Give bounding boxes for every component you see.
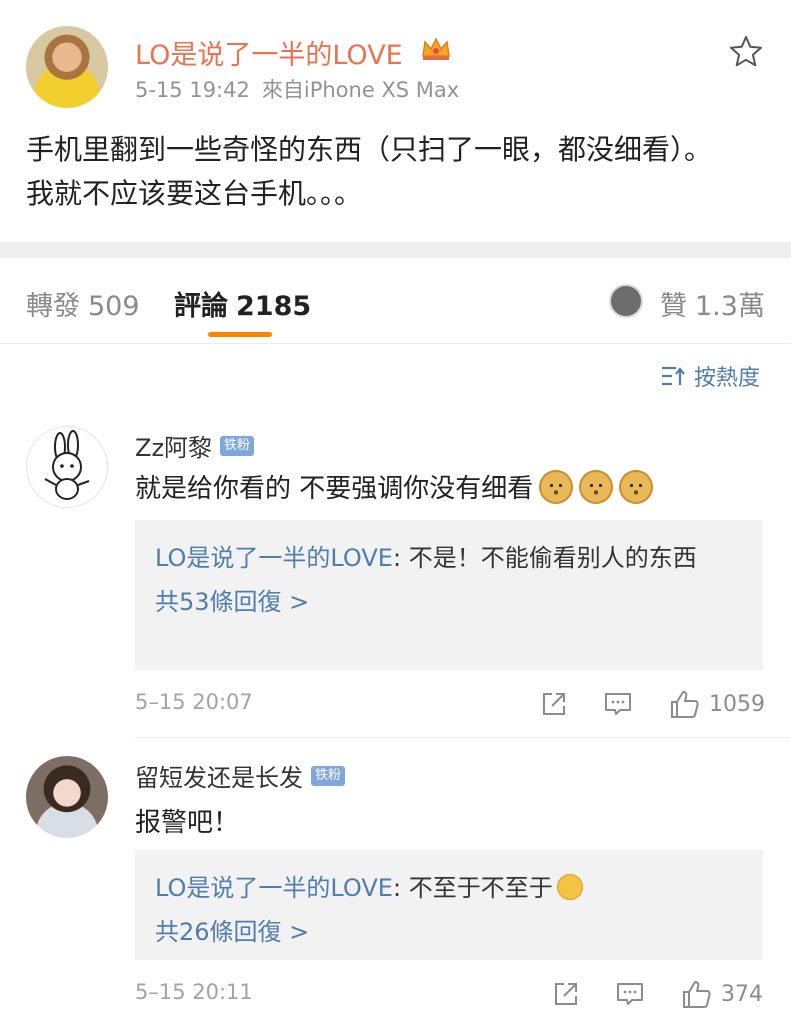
comment-icon bbox=[617, 983, 643, 1005]
reply-more-link[interactable]: 共53條回復 > bbox=[155, 580, 743, 624]
reply-button[interactable] bbox=[603, 686, 633, 722]
post-text: 手机里翻到一些奇怪的东西（只扫了一眼，都没细看）。我就不应该要这台手机。。。 bbox=[26, 133, 713, 210]
comment-footer: 5–15 20:11 374 bbox=[135, 976, 763, 1012]
tab-comment-count: 2185 bbox=[236, 291, 312, 322]
commenter-name[interactable]: 留短发还是长发 铁粉 bbox=[135, 758, 346, 793]
reply-author[interactable]: LO是说了一半的LOVE bbox=[155, 874, 393, 902]
sort-label: 按熱度 bbox=[694, 366, 761, 391]
fan-badge: 铁粉 bbox=[311, 765, 346, 786]
tab-likes-count: 1.3萬 bbox=[695, 291, 765, 322]
doge-emoji-icon bbox=[579, 469, 614, 504]
tab-comment-label: 評論 bbox=[174, 291, 228, 322]
star-icon[interactable] bbox=[728, 34, 764, 70]
post-source: 來自iPhone XS Max bbox=[261, 78, 460, 102]
post-time: 5-15 19:42 bbox=[135, 78, 250, 102]
post: LO是说了一半的LOVE 5-15 19:42 來自iPhone XS Max 手… bbox=[0, 0, 791, 242]
reply-text: : 不是！不能偷看别人的东西 bbox=[392, 544, 697, 572]
tab-repost-label: 轉發 bbox=[26, 291, 80, 322]
rabbit-icon bbox=[44, 430, 90, 500]
thumbs-up-icon bbox=[671, 691, 699, 718]
reply-preview[interactable]: LO是说了一半的LOVE: 不至于不至于 共26條回復 > bbox=[135, 850, 763, 960]
share-button[interactable] bbox=[539, 686, 569, 722]
comment-text: 报警吧！ bbox=[135, 802, 239, 839]
reply-line: LO是说了一半的LOVE: 不是！不能偷看别人的东西 bbox=[155, 536, 743, 580]
share-icon bbox=[543, 693, 565, 715]
tab-likes-label: 贊 bbox=[660, 291, 687, 322]
reply-line: LO是说了一半的LOVE: 不至于不至于 bbox=[155, 866, 743, 910]
tab-repost[interactable]: 轉發 509 bbox=[26, 284, 140, 323]
comment-text: 就是给你看的 不要强调你没有细看 bbox=[135, 468, 654, 505]
like-button[interactable]: 374 bbox=[681, 976, 763, 1012]
reply-text: : 不至于不至于 bbox=[392, 874, 553, 902]
tab-bar: 轉發 509 評論 2185 贊 1.3萬 bbox=[0, 258, 791, 344]
comment-footer: 5–15 20:07 1059 bbox=[135, 686, 765, 722]
doge-emoji-icon bbox=[539, 469, 574, 504]
like-count: 1059 bbox=[709, 691, 765, 717]
share-icon bbox=[555, 983, 577, 1005]
post-meta: 5-15 19:42 來自iPhone XS Max bbox=[135, 74, 459, 104]
reply-button[interactable] bbox=[615, 976, 645, 1012]
commenter-avatar[interactable] bbox=[26, 756, 108, 838]
tab-likes[interactable]: 贊 1.3萬 bbox=[660, 284, 765, 323]
fan-badge: 铁粉 bbox=[220, 435, 255, 456]
commenter-name[interactable]: Zz阿黎 铁粉 bbox=[135, 428, 255, 463]
like-count: 374 bbox=[721, 981, 763, 1007]
tab-repost-count: 509 bbox=[88, 291, 140, 322]
comment-icon bbox=[605, 693, 631, 715]
comment-text-content: 报警吧！ bbox=[135, 808, 240, 838]
commenter-name-text: Zz阿黎 bbox=[135, 434, 213, 462]
comment-time: 5–15 20:11 bbox=[135, 980, 253, 1004]
comment-text-content: 就是给你看的 不要强调你没有细看 bbox=[135, 474, 534, 504]
tab-comment[interactable]: 評論 2185 bbox=[174, 284, 311, 323]
sort-button[interactable]: 按熱度 bbox=[660, 360, 760, 392]
commenter-name-text: 留短发还是长发 bbox=[135, 764, 303, 792]
liker-avatar bbox=[609, 284, 643, 318]
commenter-avatar[interactable] bbox=[26, 426, 108, 508]
section-divider bbox=[0, 242, 791, 258]
share-button[interactable] bbox=[551, 976, 581, 1012]
crown-icon bbox=[422, 37, 450, 60]
tab-active-indicator bbox=[208, 332, 272, 337]
comment-divider bbox=[135, 737, 791, 738]
comment-time: 5–15 20:07 bbox=[135, 690, 253, 714]
smile-emoji-icon bbox=[556, 874, 583, 900]
reply-more-link[interactable]: 共26條回復 > bbox=[155, 910, 743, 954]
post-author[interactable]: LO是说了一半的LOVE bbox=[135, 33, 403, 72]
doge-emoji-icon bbox=[619, 469, 654, 504]
reply-author[interactable]: LO是说了一半的LOVE bbox=[155, 544, 393, 572]
thumbs-up-icon bbox=[683, 981, 711, 1008]
author-avatar[interactable] bbox=[26, 26, 108, 108]
like-button[interactable]: 1059 bbox=[669, 686, 765, 722]
sort-icon bbox=[662, 366, 685, 386]
reply-preview[interactable]: LO是说了一半的LOVE: 不是！不能偷看别人的东西 共53條回復 > bbox=[135, 520, 763, 670]
